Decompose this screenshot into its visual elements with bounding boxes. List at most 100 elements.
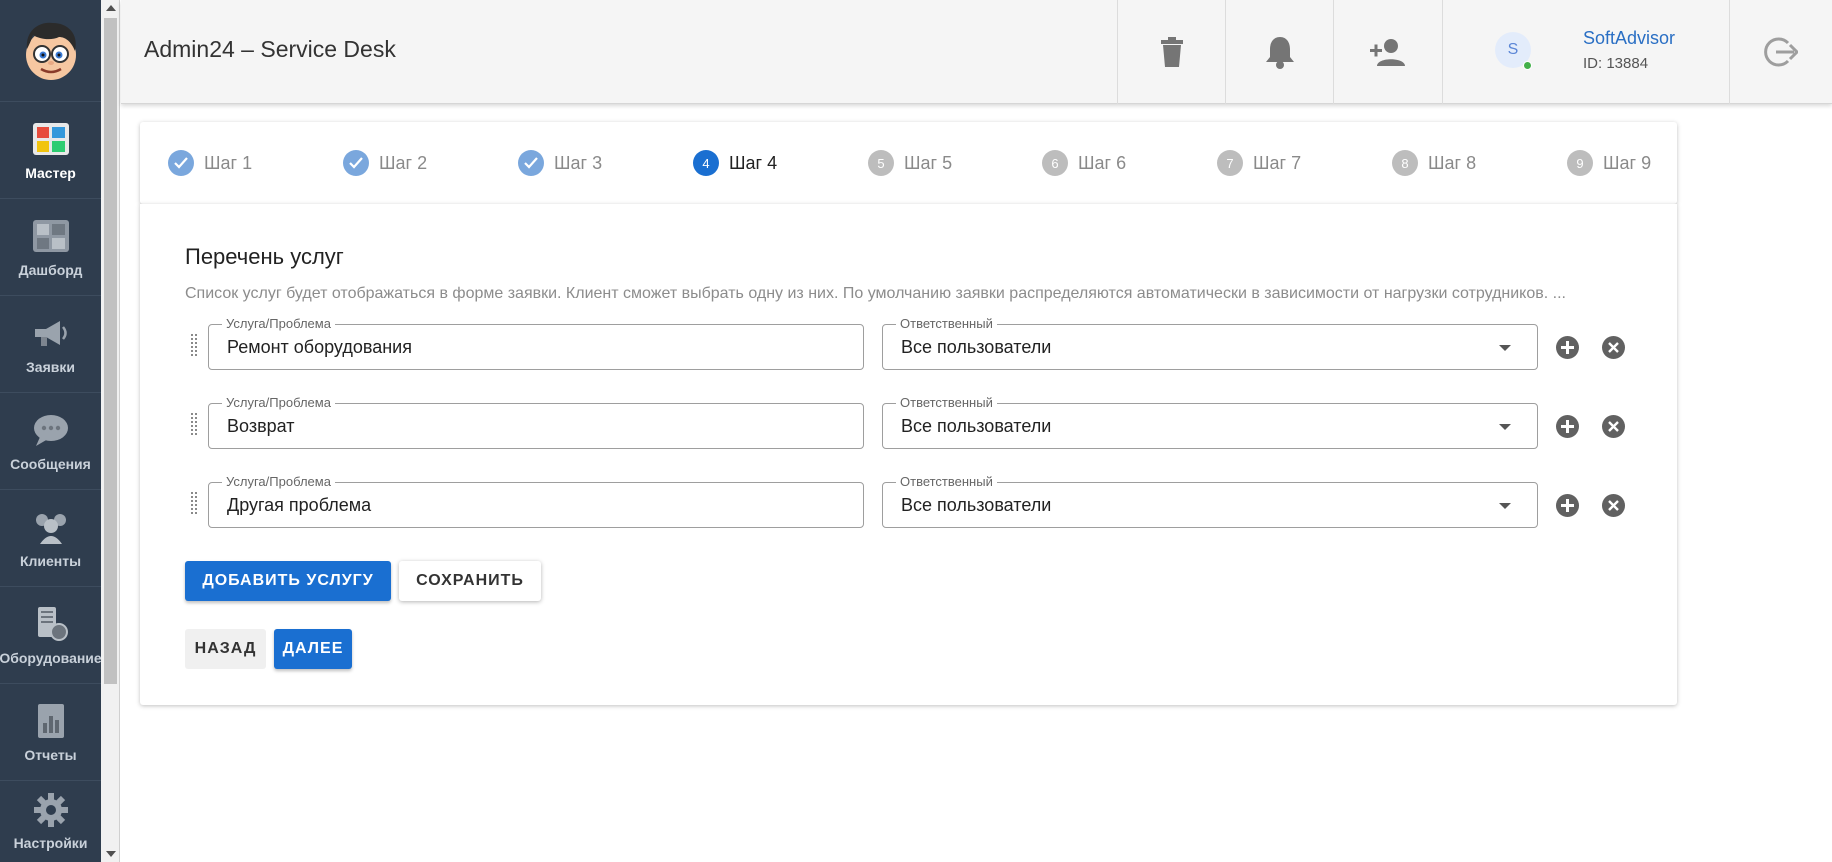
step-2[interactable]: Шаг 2	[343, 150, 427, 176]
remove-row-button[interactable]	[1602, 494, 1625, 517]
app-logo[interactable]	[0, 0, 101, 102]
responsible-select[interactable]: Ответственный Все пользователи	[882, 316, 1538, 370]
page-title: Перечень услуг	[185, 244, 344, 269]
step-7[interactable]: 7 Шаг 7	[1217, 150, 1301, 176]
sidebar-item-dashboard[interactable]: Дашборд	[0, 199, 101, 296]
responsible-value: Все пользователи	[901, 495, 1052, 515]
step-6[interactable]: 6 Шаг 6	[1042, 150, 1126, 176]
close-icon	[1608, 421, 1619, 432]
step-label: Шаг 1	[204, 152, 253, 173]
plus-icon	[1561, 499, 1574, 512]
check-icon	[343, 150, 369, 176]
service-row: Услуга/Проблема Другая проблема Ответствен…	[185, 474, 1635, 528]
back-button[interactable]: НАЗАД	[185, 629, 266, 669]
add-service-button[interactable]: ДОБАВИТЬ УСЛУГУ	[185, 561, 391, 601]
user-id: ID: 13884	[1583, 55, 1649, 72]
step-label: Шаг 4	[729, 152, 778, 173]
responsible-field-label: Ответственный	[896, 474, 997, 490]
sidebar-item-label: Мастер	[25, 165, 76, 181]
wizard-icon	[31, 119, 71, 159]
step-number: 9	[1567, 150, 1593, 176]
plus-icon	[1561, 341, 1574, 354]
service-field-label: Услуга/Проблема	[222, 395, 335, 411]
notifications-button[interactable]	[1225, 0, 1333, 104]
mascot-logo-icon	[25, 22, 76, 80]
next-button[interactable]: ДАЛЕЕ	[274, 629, 352, 669]
step-label: Шаг 6	[1078, 152, 1127, 173]
step-label: Шаг 2	[379, 152, 428, 173]
step-1[interactable]: Шаг 1	[168, 150, 252, 176]
step-label: Шаг 5	[904, 152, 953, 173]
dashboard-icon	[31, 216, 71, 256]
service-value: Ремонт оборудования	[227, 337, 412, 357]
save-button[interactable]: СОХРАНИТЬ	[399, 561, 541, 601]
step-label: Шаг 7	[1253, 152, 1302, 173]
remove-row-button[interactable]	[1602, 415, 1625, 438]
user-name[interactable]: SoftAdvisor	[1583, 28, 1675, 49]
service-field[interactable]: Услуга/Проблема Другая проблема	[208, 474, 864, 528]
scroll-up-arrow-icon[interactable]	[106, 5, 116, 11]
responsible-field-label: Ответственный	[896, 395, 997, 411]
add-user-button[interactable]	[1333, 0, 1441, 104]
clients-icon	[31, 507, 71, 547]
sidebar-item-label: Дашборд	[18, 262, 83, 278]
step-8[interactable]: 8 Шаг 8	[1392, 150, 1476, 176]
sidebar-item-settings[interactable]: Настройки	[0, 781, 101, 851]
services-card: Перечень услуг Список услуг будет отобра…	[140, 204, 1677, 705]
drag-handle-icon[interactable]	[191, 492, 201, 516]
remove-row-button[interactable]	[1602, 336, 1625, 359]
add-row-button[interactable]	[1556, 494, 1579, 517]
bell-icon	[1265, 37, 1294, 69]
add-row-button[interactable]	[1556, 415, 1579, 438]
sidebar-item-equipment[interactable]: Оборудование	[0, 587, 102, 684]
drag-handle-icon[interactable]	[191, 413, 201, 437]
sidebar-item-label: Клиенты	[19, 553, 82, 569]
add-user-icon	[1369, 39, 1405, 66]
step-label: Шаг 3	[554, 152, 603, 173]
user-profile[interactable]: S SoftAdvisor ID: 13884	[1442, 0, 1729, 104]
sidebar-scrollbar[interactable]	[101, 0, 120, 862]
app-title: Admin24 – Service Desk	[144, 36, 396, 62]
step-3[interactable]: Шаг 3	[518, 150, 602, 176]
service-row: Услуга/Проблема Возврат Ответственный Все п…	[185, 395, 1635, 449]
service-field-label: Услуга/Проблема	[222, 316, 335, 332]
scroll-down-arrow-icon[interactable]	[106, 851, 116, 857]
sidebar-item-wizard[interactable]: Мастер	[0, 102, 101, 199]
responsible-select[interactable]: Ответственный Все пользователи	[882, 395, 1538, 449]
step-label: Шаг 8	[1428, 152, 1477, 173]
top-header: Admin24 – Service Desk S SoftAdvisor ID:…	[121, 0, 1832, 104]
equipment-icon	[31, 604, 71, 644]
drag-handle-icon[interactable]	[191, 334, 201, 358]
chevron-down-icon	[1499, 503, 1511, 509]
add-row-button[interactable]	[1556, 336, 1579, 359]
sidebar-item-messages[interactable]: Сообщения	[0, 393, 101, 490]
online-status-dot	[1523, 61, 1532, 70]
sidebar-item-requests[interactable]: Заявки	[0, 296, 101, 393]
responsible-field-label: Ответственный	[896, 316, 997, 332]
service-field[interactable]: Услуга/Проблема Возврат	[208, 395, 864, 449]
step-9[interactable]: 9 Шаг 9	[1567, 150, 1651, 176]
sidebar: Мастер Дашборд Заявки Сообщения Клиенты …	[0, 0, 102, 862]
trash-button[interactable]	[1117, 0, 1225, 104]
check-icon	[168, 150, 194, 176]
service-field[interactable]: Услуга/Проблема Ремонт оборудования	[208, 316, 864, 370]
service-field-label: Услуга/Проблема	[222, 474, 335, 490]
logout-button[interactable]	[1729, 0, 1832, 104]
gear-icon	[31, 791, 71, 829]
sidebar-item-reports[interactable]: Отчеты	[0, 684, 101, 781]
wizard-stepper: Шаг 1 Шаг 2 Шаг 3 4 Шаг 4 5 Шаг 5 6 Шаг 6 7 Шаг 7 8…	[140, 122, 1677, 204]
sidebar-item-label: Отчеты	[24, 747, 77, 763]
step-4[interactable]: 4 Шаг 4	[693, 150, 777, 176]
responsible-select[interactable]: Ответственный Все пользователи	[882, 474, 1538, 528]
close-icon	[1608, 500, 1619, 511]
check-icon	[518, 150, 544, 176]
scrollbar-thumb[interactable]	[104, 18, 117, 684]
sidebar-item-label: Настройки	[13, 835, 88, 851]
step-number: 6	[1042, 150, 1068, 176]
step-5[interactable]: 5 Шаг 5	[868, 150, 952, 176]
chevron-down-icon	[1499, 424, 1511, 430]
sidebar-item-clients[interactable]: Клиенты	[0, 490, 101, 587]
card-description: Список услуг будет отображаться в форме …	[185, 285, 1566, 302]
step-number: 4	[693, 150, 719, 176]
chat-bubble-icon	[31, 410, 71, 450]
